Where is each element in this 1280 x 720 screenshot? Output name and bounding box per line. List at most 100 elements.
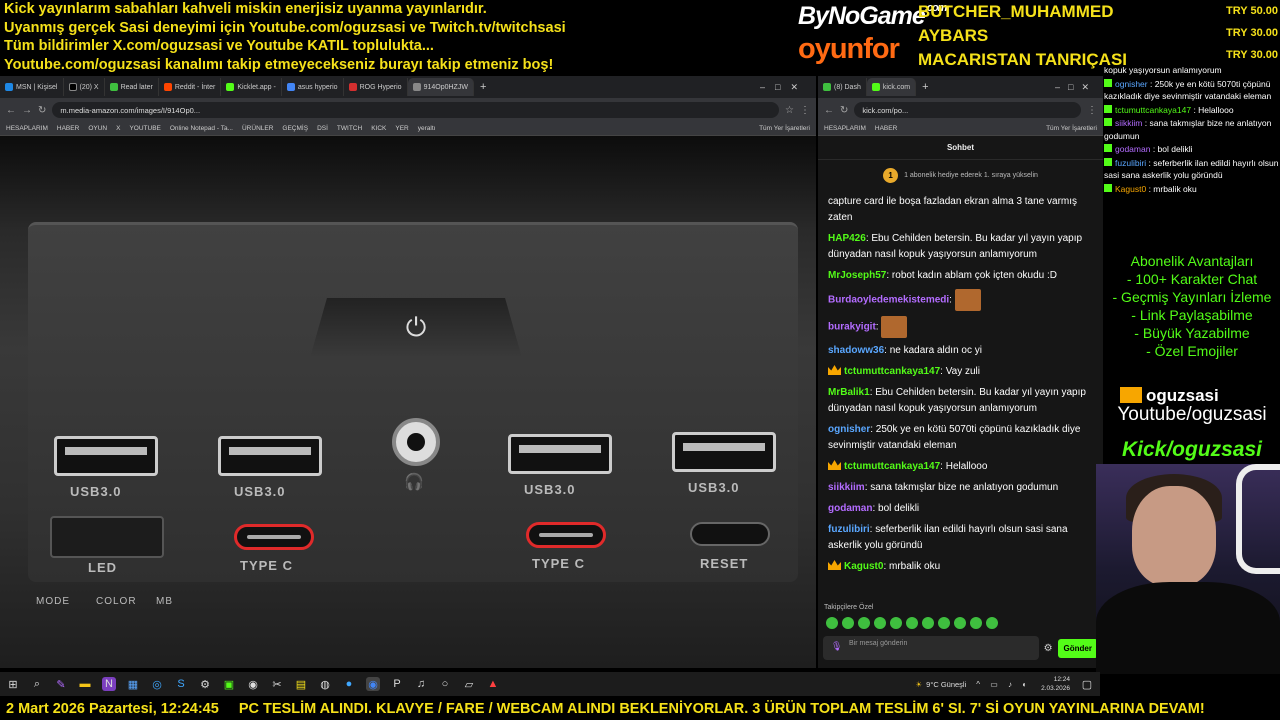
tray-icons[interactable]: ^ ▭ ♪ ◐ xyxy=(976,680,1031,689)
bookmark-item[interactable]: YOUTUBE xyxy=(129,125,160,132)
bookmark-item[interactable]: OYUN xyxy=(88,125,107,132)
chat-username[interactable]: shadoww36 xyxy=(828,345,884,356)
bookmark-item[interactable]: HABER xyxy=(875,125,897,132)
tab-kicklet[interactable]: Kicklet.app - xyxy=(221,78,282,96)
bookmark-item[interactable]: GEÇMİŞ xyxy=(282,125,308,132)
chat-username[interactable]: ognisher xyxy=(828,424,870,435)
music-icon[interactable]: ♫ xyxy=(414,677,428,691)
reload-icon[interactable]: ↻ xyxy=(38,105,46,116)
perk-item: - Link Paylaşabilme xyxy=(1131,307,1253,323)
kicklet-icon xyxy=(226,83,235,91)
camera-icon[interactable]: ◉ xyxy=(246,677,260,691)
chat-username[interactable]: tctumuttcankaya147 xyxy=(844,366,940,377)
back-icon[interactable]: ← xyxy=(6,105,16,116)
bookmark-item[interactable]: ÜRÜNLER xyxy=(242,125,273,132)
chat-username[interactable]: MrJoseph57 xyxy=(828,270,886,281)
chat-username[interactable]: HAP426 xyxy=(828,233,866,244)
app-icon[interactable]: ○ xyxy=(438,677,452,691)
emote-icon xyxy=(954,289,981,311)
chat-username[interactable]: Kagust0 xyxy=(844,561,883,572)
pinned-banner[interactable]: 1 1 abonelik hediye ederek 1. sıraya yük… xyxy=(818,160,1103,190)
overlay-username: siikkiim xyxy=(1115,118,1143,128)
onenote-icon[interactable]: N xyxy=(102,677,116,691)
chrome-icon[interactable]: ◉ xyxy=(366,677,380,691)
back-icon[interactable]: ← xyxy=(824,105,834,116)
folder-icon[interactable]: ▬ xyxy=(78,677,92,691)
obs-icon[interactable]: ◍ xyxy=(318,677,332,691)
donor-name: AYBARS xyxy=(918,26,989,45)
tab-asus[interactable]: asus hyperio xyxy=(282,78,344,96)
emote-icon xyxy=(881,316,908,338)
menu-icon[interactable]: ⋮ xyxy=(1087,105,1097,116)
mic-icon[interactable]: 🎙 xyxy=(831,642,842,651)
capcut-icon[interactable]: ✂ xyxy=(270,677,284,691)
settings-icon[interactable]: ⚙ xyxy=(1044,643,1053,654)
url-input[interactable]: kick.com/po... xyxy=(854,102,1081,118)
skype-icon[interactable]: S xyxy=(174,677,188,691)
chat-username[interactable]: burakyigit xyxy=(828,322,876,333)
headset xyxy=(1236,464,1280,574)
chat-username[interactable]: MrBalik1 xyxy=(828,387,870,398)
tab-rog[interactable]: ROG Hyperio xyxy=(344,78,408,96)
tab-msn[interactable]: MSN | Kişisel xyxy=(0,78,64,96)
crown-icon xyxy=(828,560,841,570)
bookmark-item[interactable]: YER xyxy=(395,125,408,132)
search-icon[interactable]: ⌕ xyxy=(30,677,44,691)
settings-icon[interactable]: ⚙ xyxy=(198,677,212,691)
tab-dashboard[interactable]: (8) Dash xyxy=(818,78,867,96)
app-icon[interactable]: ▱ xyxy=(462,677,476,691)
app-icon[interactable]: ▦ xyxy=(126,677,140,691)
app-icon[interactable]: P xyxy=(390,677,404,691)
notes-icon[interactable]: ▤ xyxy=(294,677,308,691)
bookmark-item[interactable]: HABER xyxy=(57,125,79,132)
clock[interactable]: 12:24 2.03.2026 xyxy=(1041,675,1070,693)
bookmark-item[interactable]: HESAPLARIM xyxy=(6,125,48,132)
chat-username[interactable]: siikkiim xyxy=(828,482,865,493)
bookmark-item[interactable]: KICK xyxy=(371,125,386,132)
send-button[interactable]: Gönder xyxy=(1057,638,1098,658)
bookmark-item[interactable]: Online Notepad - Ta... xyxy=(170,125,233,132)
window-controls[interactable]: –□✕ xyxy=(1055,82,1097,93)
bookmark-item[interactable]: Tüm Yer İşaretleri xyxy=(1046,125,1097,132)
star-icon[interactable]: ☆ xyxy=(785,105,794,116)
bookmark-item[interactable]: yeraltı xyxy=(418,125,436,132)
address-bar: ← → ↻ m.media-amazon.com/images/I/914Op0… xyxy=(0,98,816,122)
edge-icon[interactable]: ◎ xyxy=(150,677,164,691)
bookmark-item[interactable]: Tüm Yer İşaretleri xyxy=(759,125,810,132)
chat-username[interactable]: godaman xyxy=(828,503,872,514)
kick-badge-icon xyxy=(1104,157,1112,166)
tab-read-later[interactable]: Read later xyxy=(105,78,159,96)
window-controls[interactable]: –□✕ xyxy=(760,82,808,93)
pen-icon[interactable]: ✎ xyxy=(54,677,68,691)
kick-handle: Kick/oguzsasi xyxy=(1121,438,1263,461)
bookmark-item[interactable]: DSİ xyxy=(317,125,328,132)
chat-username[interactable]: tctumuttcankaya147 xyxy=(844,461,940,472)
bookmark-item[interactable]: X xyxy=(116,125,120,132)
kick-app-icon[interactable]: ▣ xyxy=(222,677,236,691)
chat-username[interactable]: Burdaoyledemekistemedi xyxy=(828,295,949,306)
tab-reddit[interactable]: Reddit - İnter xyxy=(159,78,222,96)
emote-row[interactable] xyxy=(826,617,998,629)
bookmark-item[interactable]: TWITCH xyxy=(337,125,362,132)
chat-username[interactable]: fuzulibiri xyxy=(828,524,870,535)
x-icon xyxy=(68,83,77,91)
forward-icon[interactable]: → xyxy=(22,105,32,116)
tab-image[interactable]: 914Op0HZJW xyxy=(407,78,474,96)
app-icon[interactable]: ▲ xyxy=(486,677,500,691)
new-tab-icon[interactable]: + xyxy=(480,81,486,93)
chat-message: tctumuttcankaya147: Vay zuli xyxy=(828,364,1093,380)
url-input[interactable]: m.media-amazon.com/images/I/914Op0... xyxy=(52,102,780,118)
new-tab-icon[interactable]: + xyxy=(922,81,928,93)
reload-icon[interactable]: ↻ xyxy=(840,105,848,116)
steam-icon[interactable]: ● xyxy=(342,677,356,691)
overlay-chat-message: kopuk yaşıyorsun anlamıyorum xyxy=(1104,64,1280,77)
weather-widget[interactable]: ☀ 9°C Güneşli xyxy=(915,680,966,689)
bookmark-item[interactable]: HESAPLARIM xyxy=(824,125,866,132)
tab-x[interactable]: (20) X xyxy=(64,78,105,96)
extensions-icon[interactable]: ⋮ xyxy=(800,105,810,116)
chat-input[interactable]: 🎙 Bir mesaj gönderin xyxy=(823,636,1039,660)
notification-icon[interactable]: ▢ xyxy=(1080,677,1094,691)
windows-start-icon[interactable]: ⊞ xyxy=(6,677,20,691)
product-image: ⏻ USB3.0 USB3.0 🎧 USB3.0 USB3.0 LED MODE… xyxy=(0,136,816,668)
tab-kick[interactable]: kick.com xyxy=(866,78,917,96)
